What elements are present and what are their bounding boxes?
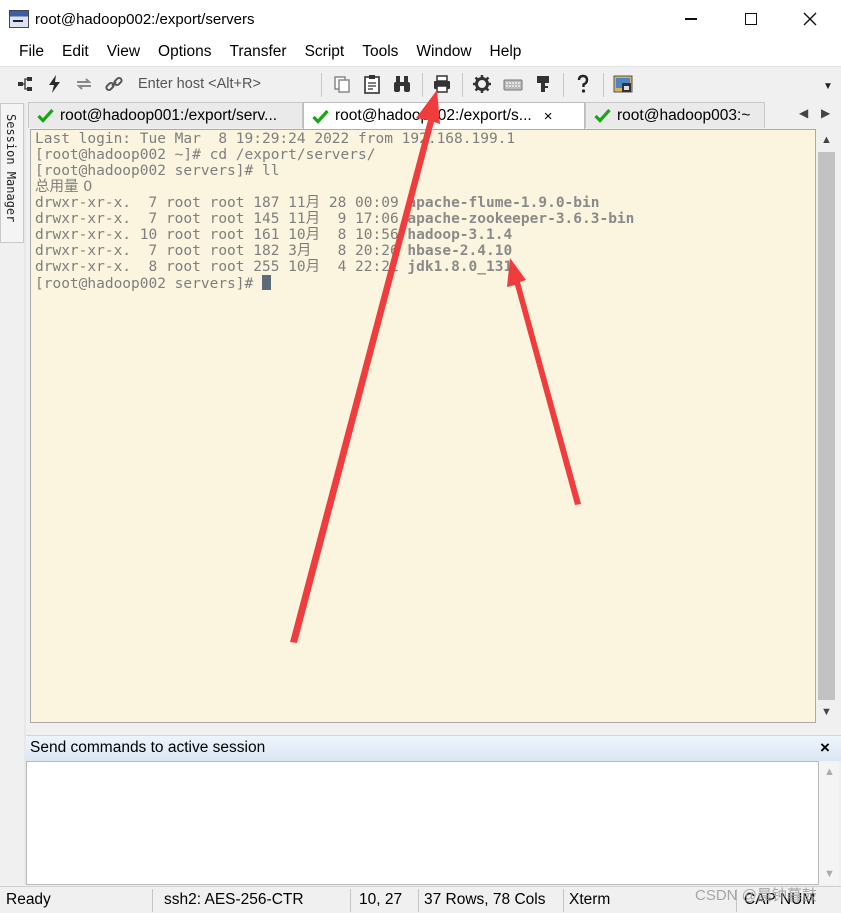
toolbar: ▼ (0, 66, 841, 101)
menu-window[interactable]: Window (407, 39, 480, 65)
command-window-close-icon[interactable]: × (820, 738, 830, 758)
terminal-cursor (261, 275, 271, 290)
command-window-header: Send commands to active session × (26, 735, 841, 761)
status-cursor-position: 10, 27 (359, 891, 403, 908)
scroll-up-icon[interactable]: ▲ (821, 134, 832, 146)
scroll-up-icon[interactable]: ▲ (824, 766, 835, 778)
scroll-down-icon[interactable]: ▼ (824, 868, 835, 880)
connected-check-icon (594, 108, 612, 123)
command-window-title: Send commands to active session (30, 739, 266, 756)
keyboard-icon[interactable] (501, 72, 525, 96)
title-bar: root@hadoop002:/export/servers (0, 0, 841, 38)
minimize-icon (685, 18, 697, 20)
close-window-button[interactable] (787, 4, 833, 34)
connect-tree-icon[interactable] (13, 72, 37, 96)
tab-label: root@hadoop003:~ (617, 106, 751, 124)
terminal-line: drwxr-xr-x. 7 root root 145 11月 9 17:06 … (35, 211, 635, 227)
toolbar-separator (321, 73, 322, 97)
tab-hadoop002[interactable]: root@hadoop002:/export/s... × (303, 102, 585, 129)
link-icon[interactable] (102, 72, 126, 96)
command-input-area[interactable] (26, 761, 819, 885)
tab-hadoop001[interactable]: root@hadoop001:/export/serv... (28, 102, 303, 128)
status-size: 37 Rows, 78 Cols (424, 891, 546, 908)
terminal-prompt-line: [root@hadoop002 servers]# (35, 275, 634, 292)
paste-icon[interactable] (360, 72, 384, 96)
securecrt-window: root@hadoop002:/export/servers File Edit… (0, 0, 841, 913)
terminal-line: drwxr-xr-x. 7 root root 187 11月 28 00:09… (35, 195, 600, 211)
maximize-icon (745, 13, 757, 25)
terminal-line: [root@hadoop002 ~]# cd /export/servers/ (35, 147, 376, 163)
terminal-line: [root@hadoop002 servers]# ll (35, 163, 280, 179)
session-manager-label: Session Manager (4, 114, 18, 223)
tab-close-icon[interactable]: × (544, 108, 553, 125)
terminal-line: drwxr-xr-x. 8 root root 255 10月 4 22:21 … (35, 259, 513, 275)
scrollbar-thumb[interactable] (818, 152, 835, 700)
connected-check-icon (312, 109, 330, 124)
terminal-view[interactable]: Last login: Tue Mar 8 19:29:24 2022 from… (30, 129, 816, 723)
status-separator (418, 889, 419, 912)
scroll-down-icon[interactable]: ▼ (821, 706, 832, 718)
menu-options[interactable]: Options (149, 39, 220, 65)
app-icon (9, 10, 29, 28)
status-cipher: ssh2: AES-256-CTR (164, 891, 304, 908)
key-icon[interactable] (531, 72, 555, 96)
toolbar-overflow-icon[interactable]: ▼ (823, 81, 833, 92)
lightning-icon[interactable] (43, 72, 67, 96)
status-separator (563, 889, 564, 912)
printer-icon[interactable] (430, 72, 454, 96)
menu-tools[interactable]: Tools (353, 39, 407, 65)
tab-hadoop003[interactable]: root@hadoop003:~ (585, 102, 765, 128)
copy-icon[interactable] (330, 72, 354, 96)
help-icon[interactable] (571, 72, 595, 96)
toolbar-separator (563, 73, 564, 97)
tab-label: root@hadoop001:/export/serv... (60, 106, 278, 124)
terminal-line: drwxr-xr-x. 7 root root 182 3月 8 20:26 h… (35, 243, 513, 259)
menu-bar: File Edit View Options Transfer Script T… (0, 38, 841, 66)
minimize-button[interactable] (668, 4, 714, 34)
terminal-line: Last login: Tue Mar 8 19:29:24 2022 from… (35, 131, 516, 147)
binoculars-icon[interactable] (390, 72, 414, 96)
status-separator (350, 889, 351, 912)
menu-file[interactable]: File (0, 39, 53, 65)
command-scrollbar[interactable]: ▲ ▼ (819, 762, 839, 885)
menu-view[interactable]: View (98, 39, 149, 65)
menu-edit[interactable]: Edit (53, 39, 98, 65)
window-title: root@hadoop002:/export/servers (35, 10, 255, 28)
session-tab-bar: root@hadoop001:/export/serv... root@hado… (26, 102, 841, 129)
toolbar-separator (603, 73, 604, 97)
terminal-output: Last login: Tue Mar 8 19:29:24 2022 from… (35, 131, 635, 292)
gear-icon[interactable] (470, 72, 494, 96)
reconnect-icon[interactable] (72, 72, 96, 96)
tab-scroll-right-icon[interactable]: ▶ (821, 106, 830, 120)
terminal-line: drwxr-xr-x. 10 root root 161 10月 8 10:56… (35, 227, 513, 243)
terminal-scrollbar[interactable]: ▲ ▼ (816, 130, 838, 722)
close-icon (803, 12, 817, 26)
toolbar-separator (422, 73, 423, 97)
status-emulation: Xterm (569, 891, 611, 908)
enter-host-input[interactable] (134, 73, 314, 95)
connected-check-icon (37, 108, 55, 123)
menu-transfer[interactable]: Transfer (220, 39, 295, 65)
tab-label: root@hadoop002:/export/s... (335, 107, 532, 124)
status-ready: Ready (6, 891, 51, 908)
maximize-button[interactable] (728, 4, 774, 34)
tab-scroll-left-icon[interactable]: ◀ (799, 106, 808, 120)
menu-script[interactable]: Script (296, 39, 354, 65)
terminal-line: 总用量 0 (35, 179, 93, 195)
session-manager-tab[interactable]: Session Manager (0, 103, 24, 243)
watermark: CSDN @晨钟暮鼓 (695, 887, 817, 904)
status-separator (152, 889, 153, 912)
menu-help[interactable]: Help (481, 39, 531, 65)
toolbar-separator (462, 73, 463, 97)
sftp-icon[interactable] (611, 72, 635, 96)
